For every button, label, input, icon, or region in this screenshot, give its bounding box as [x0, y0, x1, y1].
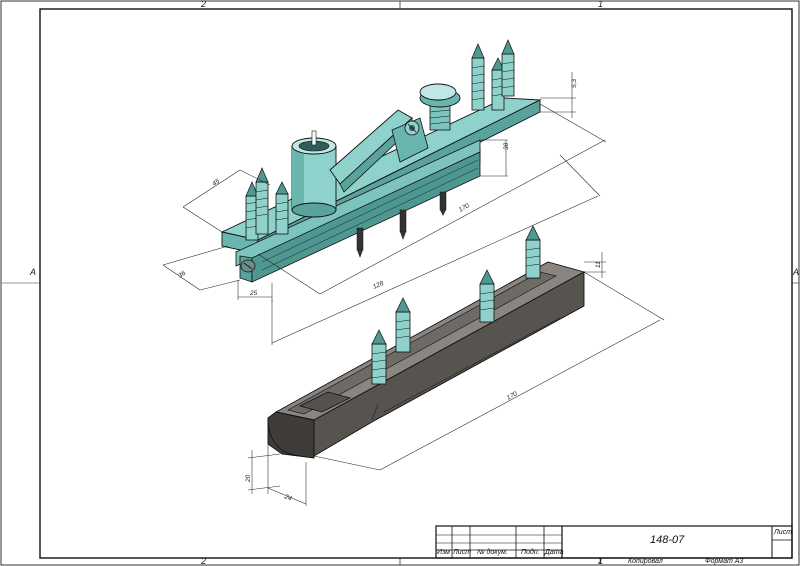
- zone-label-top-right: 1: [598, 0, 604, 9]
- lower-screw-2: [395, 297, 411, 353]
- footer-copied-label: Копировал: [628, 558, 663, 565]
- dim-upper-height: 38: [503, 142, 510, 150]
- dim-upper-width: 45: [211, 178, 221, 188]
- bottom-screw-2: [399, 209, 407, 240]
- title-col-list: Лист: [453, 549, 472, 556]
- lower-body-end: [267, 411, 315, 459]
- lower-screw-1: [371, 329, 387, 385]
- dim-lower-height: 20: [245, 474, 252, 483]
- technical-drawing-sheet: 45 36 25 128 170 38 5,3 170 20 24 11: [0, 0, 800, 566]
- top-screw-left-3: [275, 181, 289, 235]
- footer-format-label: Формат А3: [705, 558, 744, 565]
- zone-label-left-side: A: [30, 267, 37, 277]
- top-screw-right-1: [471, 43, 485, 111]
- lower-screw-4: [525, 225, 541, 279]
- title-col-izm: Изм: [437, 549, 450, 556]
- title-col-doc-number: № докум.: [477, 549, 508, 556]
- dim-lower-top: 11: [595, 261, 602, 268]
- dim-upper-left-small: 36: [177, 270, 187, 280]
- zone-label-right-side: A: [793, 267, 800, 277]
- lower-assembly: [267, 225, 586, 459]
- lower-dimension-lines: [247, 252, 665, 506]
- lower-screw-3: [479, 269, 495, 323]
- zone-label-bottom-left: 2: [201, 556, 207, 566]
- lower-body-front: [313, 271, 585, 457]
- title-sheet-label: Лист: [774, 529, 793, 536]
- dim-lower-length: 170: [506, 390, 519, 401]
- upper-assembly: [220, 39, 542, 283]
- title-col-signature: Подп.: [521, 549, 540, 556]
- zone-label-top-left: 2: [201, 0, 207, 9]
- dim-upper-thickness: 5,3: [571, 79, 578, 88]
- top-screw-right-3: [501, 39, 515, 97]
- bottom-screw-1: [356, 227, 364, 258]
- dim-upper-offset: 25: [249, 290, 258, 297]
- top-screw-left-2: [255, 167, 269, 235]
- footer-sheet-number: 1: [598, 558, 602, 565]
- pivot-sleeve: [291, 130, 337, 218]
- dim-upper-inner: 128: [372, 280, 385, 291]
- inner-frame: [39, 8, 793, 559]
- title-designation: 148-07: [650, 534, 685, 546]
- bottom-screw-3: [439, 191, 447, 216]
- dim-upper-length: 170: [458, 202, 471, 213]
- outer-frame: [0, 0, 800, 566]
- title-col-date: Дата: [545, 549, 564, 556]
